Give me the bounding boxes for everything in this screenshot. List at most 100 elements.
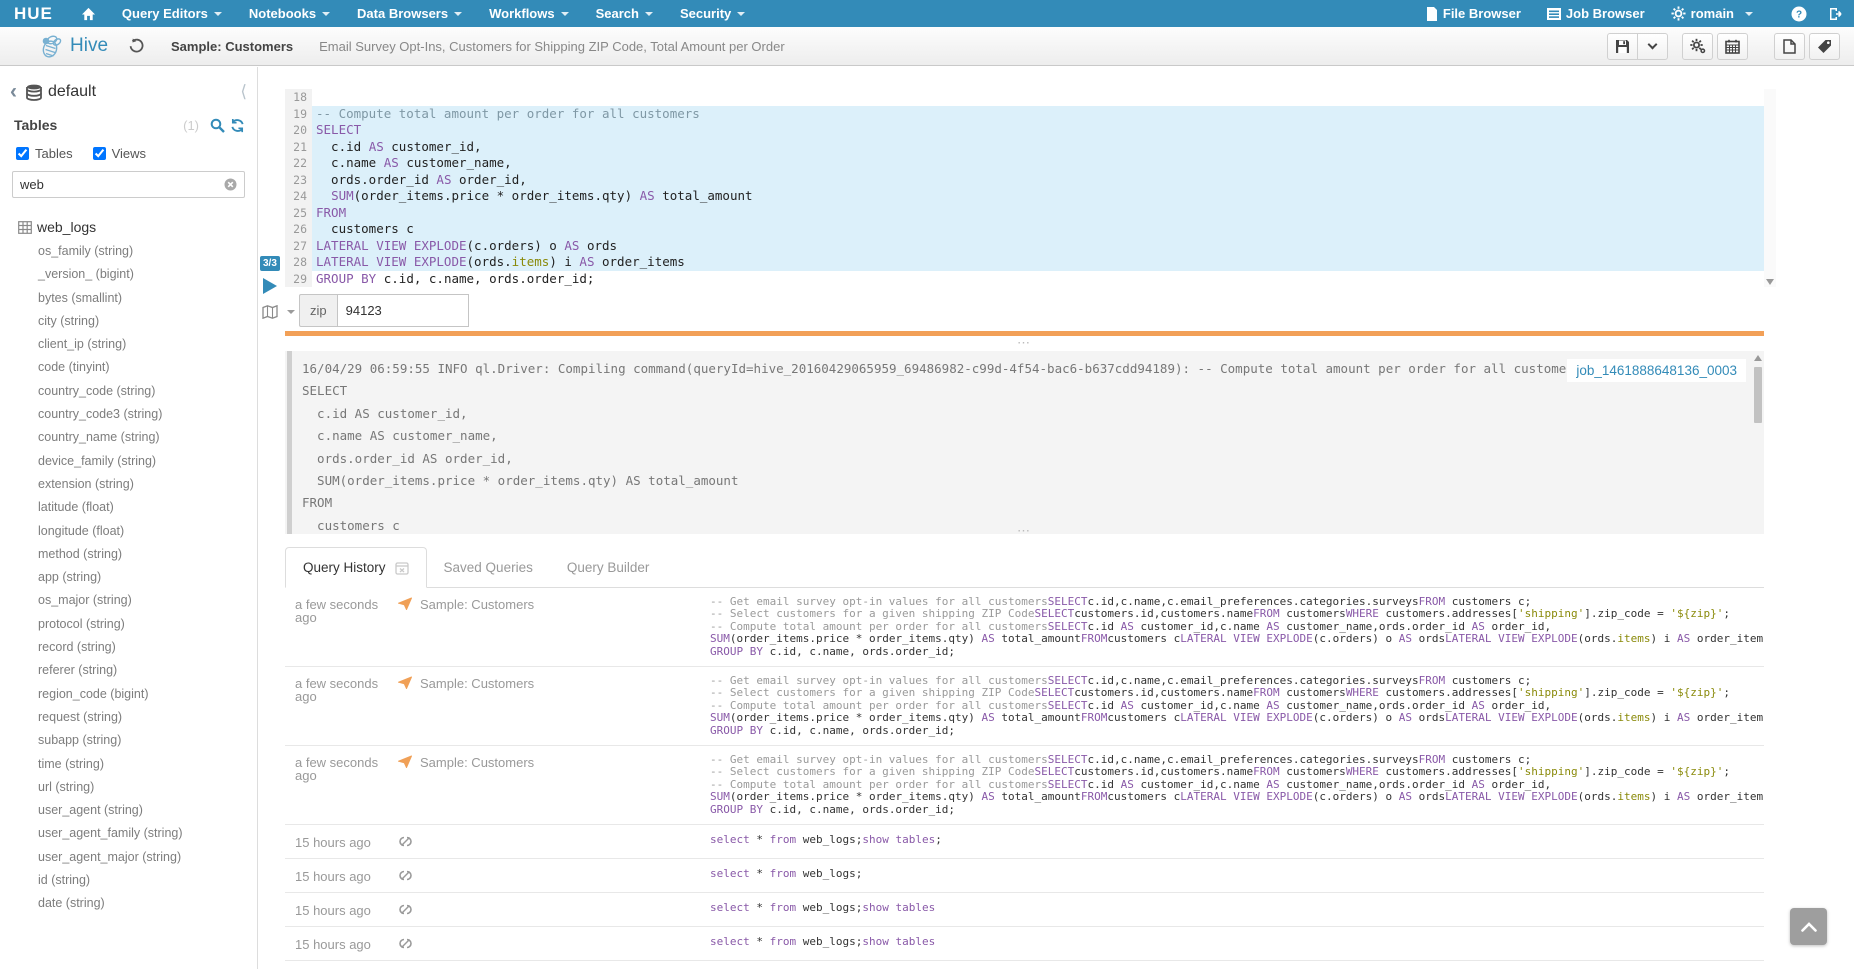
column-item[interactable]: code (tinyint) (38, 356, 257, 379)
variable-value-input[interactable] (337, 294, 469, 327)
history-row[interactable]: 15 hours agoselect * from web_logs;show … (285, 961, 1764, 969)
views-checkbox-input[interactable] (93, 147, 106, 160)
tab-saved-queries[interactable]: Saved Queries (427, 548, 550, 587)
table-item-web-logs[interactable]: web_logs (0, 198, 257, 235)
clear-filter-icon[interactable] (224, 178, 237, 191)
editor-line[interactable]: 23 ords.order_id AS order_id, (285, 172, 1764, 189)
sql-editor[interactable]: 1819-- Compute total amount per order fo… (285, 89, 1764, 287)
column-item[interactable]: url (string) (38, 776, 257, 799)
column-item[interactable]: user_agent (string) (38, 799, 257, 822)
column-item[interactable]: record (string) (38, 636, 257, 659)
column-item[interactable]: _version_ (bigint) (38, 263, 257, 286)
column-item[interactable]: city (string) (38, 310, 257, 333)
settings-button[interactable] (1682, 33, 1713, 60)
refresh-icon[interactable] (230, 118, 245, 133)
editor-scrollbar[interactable] (1764, 89, 1776, 287)
logout-button[interactable] (1829, 7, 1844, 21)
log-left-scrollbar[interactable] (287, 351, 292, 534)
resize-handle[interactable]: ⋯ (285, 527, 1764, 535)
save-dropdown-button[interactable] (1637, 33, 1668, 60)
column-item[interactable]: region_code (bigint) (38, 683, 257, 706)
scrollbar-thumb[interactable] (1754, 367, 1762, 423)
nav-menu-security[interactable]: Security (680, 6, 745, 21)
history-row[interactable]: 15 hours agoselect * from web_logs;show … (285, 893, 1764, 927)
job-link[interactable]: job_1461888648136_0003 (1567, 359, 1746, 382)
history-row[interactable]: 15 hours agoselect * from web_logs; (285, 859, 1764, 893)
new-query-button[interactable] (1774, 33, 1805, 60)
column-item[interactable]: time (string) (38, 753, 257, 776)
filter-tables-checkbox[interactable]: Tables (16, 146, 73, 161)
history-row[interactable]: a few seconds agoSample: Customers-- Get… (285, 588, 1764, 667)
scroll-down-icon[interactable] (1766, 279, 1774, 285)
query-history-icon[interactable] (128, 38, 145, 54)
help-button[interactable]: ? (1791, 6, 1807, 22)
column-item[interactable]: longitude (float) (38, 520, 257, 543)
column-item[interactable]: date (string) (38, 892, 257, 915)
home-icon[interactable] (81, 7, 96, 21)
job-browser-link[interactable]: Job Browser (1547, 6, 1645, 21)
column-item[interactable]: device_family (string) (38, 450, 257, 473)
nav-menu-search[interactable]: Search (596, 6, 653, 21)
history-row[interactable]: 15 hours agoselect * from web_logs;show … (285, 927, 1764, 961)
editor-line[interactable]: 18 (285, 89, 1764, 106)
scroll-to-top-button[interactable] (1790, 908, 1827, 945)
editor-line[interactable]: 28LATERAL VIEW EXPLODE(ords.items) i AS … (285, 254, 1764, 271)
tables-checkbox-input[interactable] (16, 147, 29, 160)
log-scrollbar[interactable] (1752, 353, 1763, 532)
column-item[interactable]: user_agent_major (string) (38, 846, 257, 869)
file-browser-link[interactable]: File Browser (1426, 6, 1521, 21)
nav-menu-workflows[interactable]: Workflows (489, 6, 569, 21)
editor-line[interactable]: 19-- Compute total amount per order for … (285, 106, 1764, 123)
back-chevron-icon[interactable]: ‹ (10, 83, 17, 101)
column-item[interactable]: extension (string) (38, 473, 257, 496)
column-item[interactable]: country_name (string) (38, 426, 257, 449)
user-menu[interactable]: romain (1671, 6, 1753, 21)
column-item[interactable]: os_family (string) (38, 240, 257, 263)
column-item[interactable]: protocol (string) (38, 613, 257, 636)
editor-line[interactable]: 24 SUM(order_items.price * order_items.q… (285, 188, 1764, 205)
table-filter-input[interactable] (20, 177, 224, 192)
resize-handle[interactable]: ⋯ (285, 339, 1764, 347)
editor-line[interactable]: 29GROUP BY c.id, c.name, ords.order_id; (285, 271, 1764, 288)
column-item[interactable]: country_code (string) (38, 380, 257, 403)
search-icon[interactable] (210, 118, 225, 133)
column-item[interactable]: referer (string) (38, 659, 257, 682)
history-row[interactable]: a few seconds agoSample: Customers-- Get… (285, 667, 1764, 746)
variables-toggle-button[interactable] (262, 305, 295, 319)
column-item[interactable]: bytes (smallint) (38, 287, 257, 310)
column-item[interactable]: request (string) (38, 706, 257, 729)
column-item[interactable]: country_code3 (string) (38, 403, 257, 426)
app-name[interactable]: Hive (70, 35, 108, 57)
editor-line[interactable]: 26 customers c (285, 221, 1764, 238)
tab-query-builder[interactable]: Query Builder (550, 548, 667, 587)
nav-menu-query-editors[interactable]: Query Editors (122, 6, 222, 21)
column-item[interactable]: latitude (float) (38, 496, 257, 519)
scroll-up-icon[interactable] (1754, 355, 1762, 361)
tab-query-history[interactable]: Query History (285, 547, 427, 588)
editor-line[interactable]: 25FROM (285, 205, 1764, 222)
column-item[interactable]: app (string) (38, 566, 257, 589)
nav-menu-data-browsers[interactable]: Data Browsers (357, 6, 462, 21)
history-row[interactable]: a few seconds agoSample: Customers-- Get… (285, 746, 1764, 825)
nav-menu-notebooks[interactable]: Notebooks (249, 6, 330, 21)
calendar-x-icon[interactable] (395, 561, 409, 575)
database-name[interactable]: default (48, 83, 96, 101)
filter-views-checkbox[interactable]: Views (93, 146, 146, 161)
editor-line[interactable]: 22 c.name AS customer_name, (285, 155, 1764, 172)
column-item[interactable]: subapp (string) (38, 729, 257, 752)
column-item[interactable]: os_major (string) (38, 589, 257, 612)
collapse-panel-icon[interactable]: ⟨ (240, 82, 247, 102)
save-button[interactable] (1607, 33, 1638, 60)
history-row[interactable]: 15 hours agoselect * from web_logs;show … (285, 825, 1764, 859)
execute-button[interactable] (263, 278, 277, 294)
hue-logo[interactable]: HUE (14, 4, 53, 24)
schedule-button[interactable] (1717, 33, 1748, 60)
column-item[interactable]: client_ip (string) (38, 333, 257, 356)
column-item[interactable]: method (string) (38, 543, 257, 566)
editor-line[interactable]: 20SELECT (285, 122, 1764, 139)
column-item[interactable]: user_agent_family (string) (38, 822, 257, 845)
editor-line[interactable]: 21 c.id AS customer_id, (285, 139, 1764, 156)
editor-line[interactable]: 27LATERAL VIEW EXPLODE(c.orders) o AS or… (285, 238, 1764, 255)
column-item[interactable]: id (string) (38, 869, 257, 892)
tags-button[interactable] (1809, 33, 1840, 60)
